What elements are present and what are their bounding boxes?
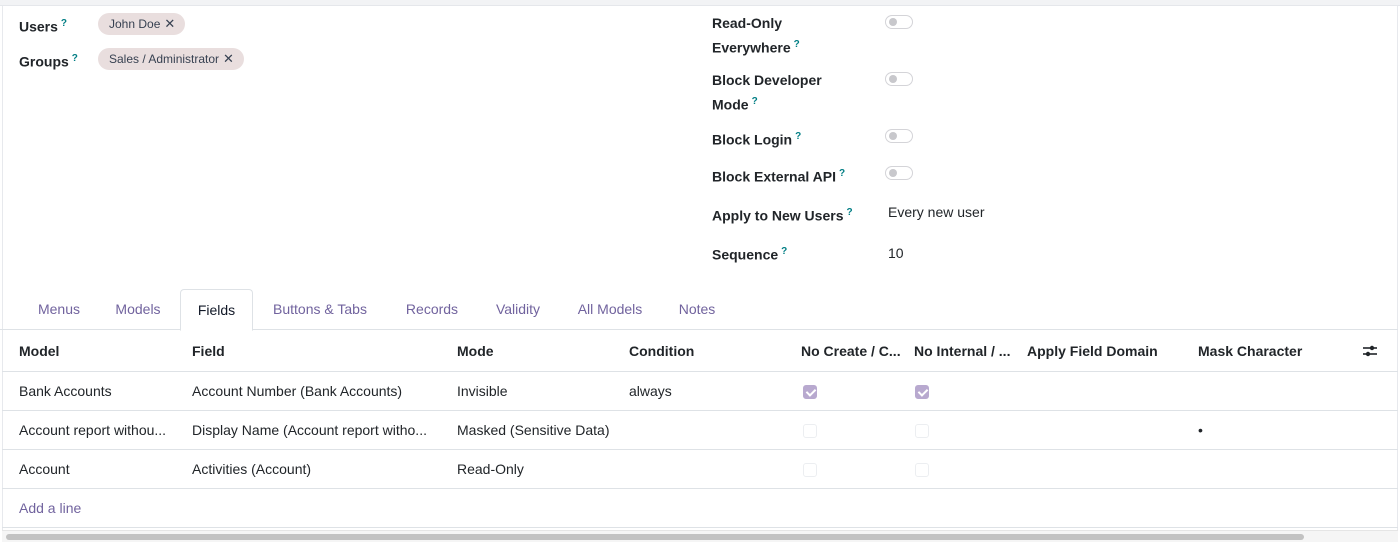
cell-model: Bank Accounts	[19, 383, 112, 399]
col-condition[interactable]: Condition	[629, 343, 789, 359]
cell-mode: Read-Only	[457, 461, 524, 477]
sliders-icon[interactable]	[1362, 343, 1378, 359]
tab-notes[interactable]: Notes	[666, 289, 728, 330]
help-icon[interactable]: ?	[61, 18, 67, 29]
cell-field: Activities (Account)	[192, 461, 312, 477]
help-icon[interactable]: ?	[72, 53, 78, 64]
cell-field: Display Name (Account report witho...	[192, 422, 427, 438]
help-icon[interactable]: ?	[795, 131, 801, 142]
sequence-value[interactable]: 10	[888, 243, 904, 263]
col-apply-domain[interactable]: Apply Field Domain	[1027, 343, 1187, 359]
groups-label: Groups?	[19, 53, 78, 70]
col-field[interactable]: Field	[192, 343, 442, 359]
user-tag: John Doe ✕	[98, 13, 186, 35]
remove-tag-icon[interactable]: ✕	[223, 51, 234, 66]
help-icon[interactable]: ?	[846, 207, 852, 218]
block-dev-label: Block Developer Mode?	[712, 72, 822, 113]
tab-models[interactable]: Models	[102, 289, 174, 330]
apply-new-value[interactable]: Every new user	[888, 202, 984, 222]
add-line-link[interactable]: Add a line	[19, 500, 81, 516]
group-tag: Sales / Administrator ✕	[98, 48, 244, 70]
users-label: Users?	[19, 18, 68, 35]
no-internal-checkbox[interactable]	[915, 385, 929, 399]
block-login-label: Block Login?	[712, 131, 802, 148]
col-no-internal[interactable]: No Internal / ...	[914, 343, 1024, 359]
cell-mode: Invisible	[457, 383, 508, 399]
tab-buttons-tabs[interactable]: Buttons & Tabs	[258, 289, 382, 330]
block-login-toggle[interactable]	[885, 129, 913, 143]
cell-mask-char: •	[1198, 422, 1203, 438]
table-row[interactable]: Account report withou... Display Name (A…	[2, 411, 1398, 450]
col-mode[interactable]: Mode	[457, 343, 617, 359]
no-create-checkbox[interactable]	[803, 424, 817, 438]
block-api-label: Block External API?	[712, 168, 846, 185]
add-line-row: Add a line	[2, 489, 1398, 528]
tab-menus[interactable]: Menus	[22, 289, 96, 330]
notebook-tabs: Menus Models Fields Buttons & Tabs Recor…	[0, 289, 1398, 331]
col-no-create[interactable]: No Create / C...	[801, 343, 911, 359]
cell-model: Account	[19, 461, 70, 477]
tab-fields[interactable]: Fields	[180, 289, 253, 331]
toggle-knob	[889, 75, 897, 83]
tab-records[interactable]: Records	[392, 289, 472, 330]
tab-all-models[interactable]: All Models	[564, 289, 656, 330]
table-row[interactable]: Bank Accounts Account Number (Bank Accou…	[2, 372, 1398, 411]
apply-new-label: Apply to New Users?	[712, 207, 853, 224]
block-dev-toggle[interactable]	[885, 72, 913, 86]
read-only-label: Read-Only Everywhere?	[712, 15, 800, 56]
scrollbar-thumb[interactable]	[6, 534, 1304, 540]
help-icon[interactable]: ?	[781, 246, 787, 257]
cell-field: Account Number (Bank Accounts)	[192, 383, 403, 399]
help-icon[interactable]: ?	[839, 168, 845, 179]
help-icon[interactable]: ?	[794, 39, 800, 50]
toggle-knob	[889, 132, 897, 140]
col-model[interactable]: Model	[19, 343, 179, 359]
no-create-checkbox[interactable]	[803, 463, 817, 477]
tab-validity[interactable]: Validity	[482, 289, 554, 330]
cell-mode: Masked (Sensitive Data)	[457, 422, 610, 438]
no-internal-checkbox[interactable]	[915, 463, 929, 477]
table-header: Model Field Mode Condition No Create / C…	[2, 330, 1398, 372]
read-only-toggle[interactable]	[885, 15, 913, 29]
toggle-knob	[889, 169, 897, 177]
no-internal-checkbox[interactable]	[915, 424, 929, 438]
cell-condition: always	[629, 383, 672, 399]
horizontal-scrollbar[interactable]	[2, 530, 1398, 542]
toggle-knob	[889, 18, 897, 26]
block-api-toggle[interactable]	[885, 166, 913, 180]
col-mask-char[interactable]: Mask Character	[1198, 343, 1348, 359]
remove-tag-icon[interactable]: ✕	[164, 16, 175, 31]
help-icon[interactable]: ?	[752, 96, 758, 107]
table-row[interactable]: Account Activities (Account) Read-Only	[2, 450, 1398, 489]
cell-model: Account report withou...	[19, 422, 167, 438]
sequence-label: Sequence?	[712, 246, 788, 263]
no-create-checkbox[interactable]	[803, 385, 817, 399]
